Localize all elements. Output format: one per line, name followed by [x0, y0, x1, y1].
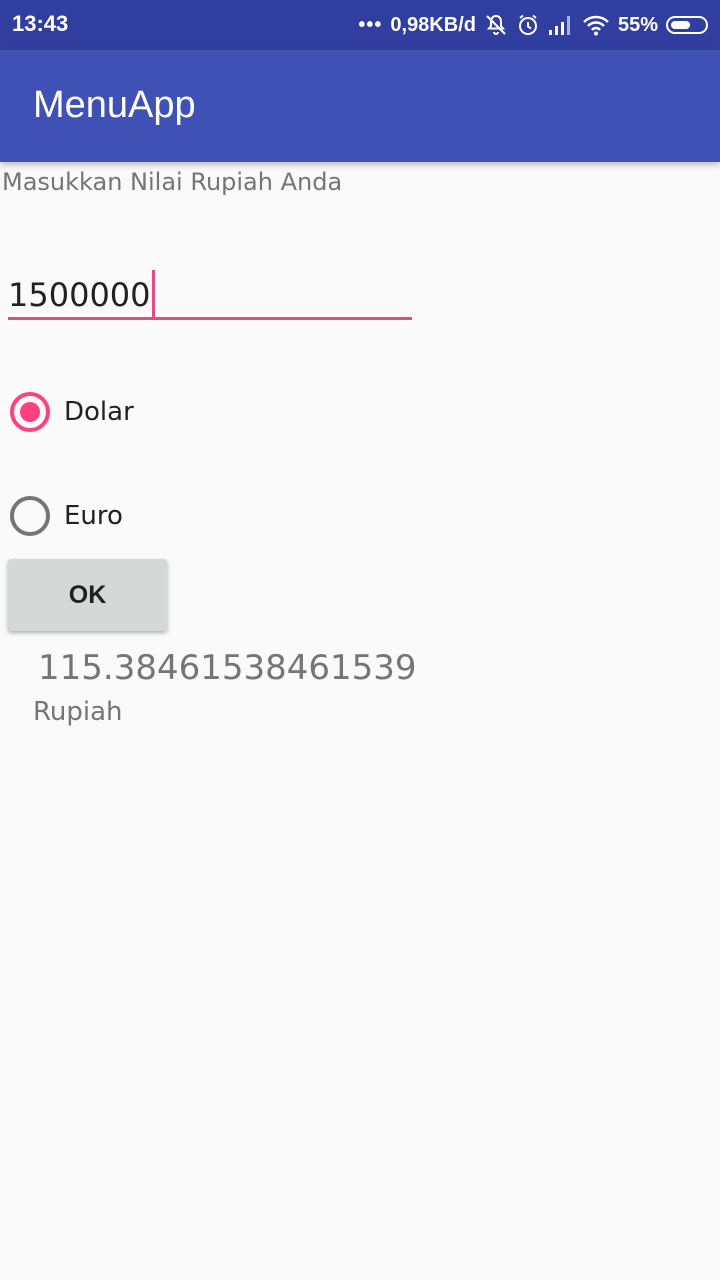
text-cursor [151, 270, 155, 318]
alarm-icon [518, 14, 537, 35]
radio-button-checked-icon[interactable] [10, 392, 50, 432]
status-icons: ••• 0,98KB/d 55% [350, 10, 708, 40]
radio-option-dolar[interactable]: Dolar [10, 390, 134, 434]
amount-text: 1500000 [8, 276, 151, 314]
notifications-off-icon [486, 14, 506, 35]
radio-label-euro[interactable]: Euro [64, 501, 123, 531]
battery-percent: 55% [617, 13, 658, 36]
amount-input-value[interactable]: 1500000 [8, 270, 155, 318]
more-dots-icon: ••• [358, 14, 383, 36]
wifi-icon [583, 15, 609, 36]
app-bar: MenuApp [0, 50, 720, 162]
battery-icon [666, 16, 708, 34]
result-value: 115.38461538461539 [38, 648, 417, 688]
radio-label-dolar[interactable]: Dolar [64, 397, 134, 427]
amount-input[interactable]: 1500000 [8, 262, 412, 320]
app-title: MenuApp [33, 84, 196, 126]
network-speed: 0,98KB/d [390, 13, 476, 36]
result-unit: Rupiah [33, 697, 123, 727]
status-bar: 13:43 ••• 0,98KB/d 55% [0, 0, 720, 50]
ok-button[interactable]: OK [8, 559, 167, 631]
status-time: 13:43 [12, 11, 69, 36]
prompt-label: Masukkan Nilai Rupiah Anda [2, 168, 343, 196]
radio-option-euro[interactable]: Euro [10, 494, 123, 538]
signal-icon [548, 16, 570, 35]
radio-button-unchecked-icon[interactable] [10, 496, 50, 536]
